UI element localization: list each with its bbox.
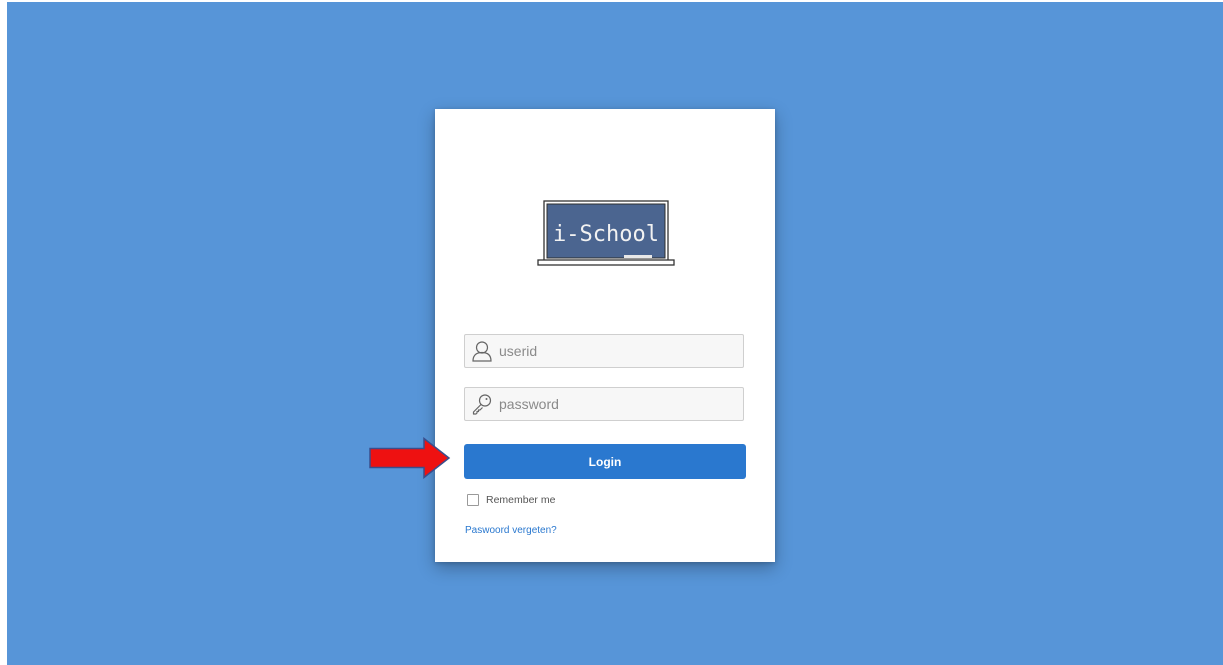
password-input[interactable] xyxy=(499,388,737,420)
logo-text: i-School xyxy=(553,222,659,247)
userid-field[interactable] xyxy=(464,334,744,368)
arrow-right-icon xyxy=(369,436,451,480)
userid-input[interactable] xyxy=(499,335,737,367)
user-icon xyxy=(471,340,493,362)
password-field[interactable] xyxy=(464,387,744,421)
remember-me-label: Remember me xyxy=(486,494,556,506)
login-card: i-School Login Remember me Paswoord verg… xyxy=(435,109,775,562)
i-school-logo: i-School xyxy=(537,199,675,271)
key-icon xyxy=(471,393,493,415)
login-button[interactable]: Login xyxy=(464,444,746,479)
remember-me[interactable]: Remember me xyxy=(467,492,555,508)
remember-me-checkbox[interactable] xyxy=(467,494,479,506)
forgot-password-link[interactable]: Paswoord vergeten? xyxy=(465,525,557,536)
